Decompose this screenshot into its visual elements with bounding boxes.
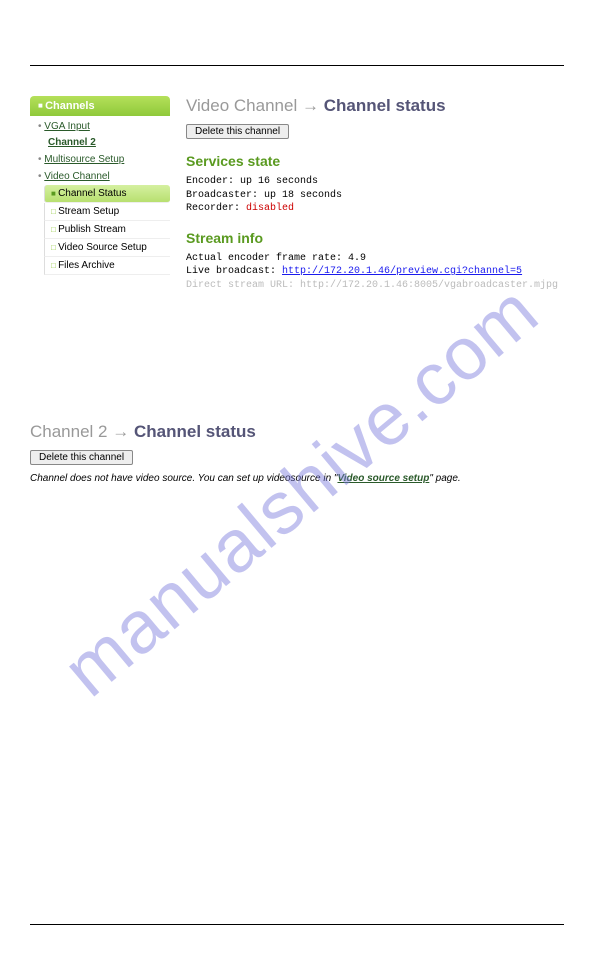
page-title-2: Channel 2 → Channel status [30,422,564,442]
title-arrow: → [112,422,134,441]
recorder-line: Recorder: disabled [186,202,564,216]
stream-info-heading: Stream info [186,230,564,246]
section-channel-2: Channel 2 → Channel status Delete this c… [30,422,564,484]
services-state-heading: Services state [186,153,564,169]
sidebar-link[interactable]: Channel 2 [48,137,96,148]
top-rule [30,65,564,66]
subnav-stream-setup[interactable]: Stream Setup [44,203,170,221]
subnav-label: Channel Status [58,188,126,199]
framerate-line: Actual encoder frame rate: 4.9 [186,252,564,266]
title-arrow: → [302,96,324,115]
sidebar-item-video-channel[interactable]: Video Channel [34,168,170,185]
main-content: Video Channel → Channel status Delete th… [186,96,564,292]
sidebar-item-channel-2[interactable]: Channel 2 [34,135,170,151]
sidebar-subnav: Channel Status Stream Setup Publish Stre… [30,185,170,275]
delete-channel-button[interactable]: Delete this channel [186,124,289,139]
help-post: " page. [429,473,460,484]
stream-info-block: Actual encoder frame rate: 4.9 Live broa… [186,252,564,293]
bottom-rule [30,924,564,925]
help-pre: Channel does not have video source. You … [30,473,337,484]
subnav-label: Video Source Setup [58,242,147,253]
page-title: Video Channel → Channel status [186,96,564,116]
sidebar: Channels VGA Input Channel 2 Multisource… [30,96,170,275]
recorder-label: Recorder: [186,203,246,214]
subnav-publish-stream[interactable]: Publish Stream [44,221,170,239]
video-source-setup-link[interactable]: Video source setup [337,473,429,484]
encoder-line: Encoder: up 16 seconds [186,175,564,189]
sidebar-link[interactable]: Video Channel [44,171,109,182]
sidebar-item-vga-input[interactable]: VGA Input [34,118,170,135]
subnav-files-archive[interactable]: Files Archive [44,257,170,275]
recorder-value: disabled [246,203,294,214]
title-prefix: Channel 2 [30,422,108,441]
live-broadcast-line: Live broadcast: http://172.20.1.46/previ… [186,265,564,279]
subnav-channel-status[interactable]: Channel Status [44,185,170,203]
subnav-label: Files Archive [58,260,115,271]
live-broadcast-link[interactable]: http://172.20.1.46/preview.cgi?channel=5 [282,266,522,277]
direct-stream-line: Direct stream URL: http://172.20.1.46:80… [186,279,564,293]
live-label: Live broadcast: [186,266,282,277]
section-video-channel: Channels VGA Input Channel 2 Multisource… [30,96,564,292]
subnav-label: Publish Stream [58,224,126,235]
title-prefix: Video Channel [186,96,297,115]
sidebar-header: Channels [30,96,170,116]
subnav-video-source-setup[interactable]: Video Source Setup [44,239,170,257]
services-state-block: Encoder: up 16 seconds Broadcaster: up 1… [186,175,564,216]
title-suffix: Channel status [324,96,446,115]
broadcaster-line: Broadcaster: up 18 seconds [186,189,564,203]
sidebar-link[interactable]: VGA Input [44,121,90,132]
no-source-help: Channel does not have video source. You … [30,473,564,484]
sidebar-nav: VGA Input Channel 2 Multisource Setup Vi… [30,116,170,185]
delete-channel-button-2[interactable]: Delete this channel [30,450,133,465]
title-suffix: Channel status [134,422,256,441]
sidebar-item-multisource[interactable]: Multisource Setup [34,151,170,168]
sidebar-link[interactable]: Multisource Setup [44,154,124,165]
subnav-label: Stream Setup [58,206,119,217]
